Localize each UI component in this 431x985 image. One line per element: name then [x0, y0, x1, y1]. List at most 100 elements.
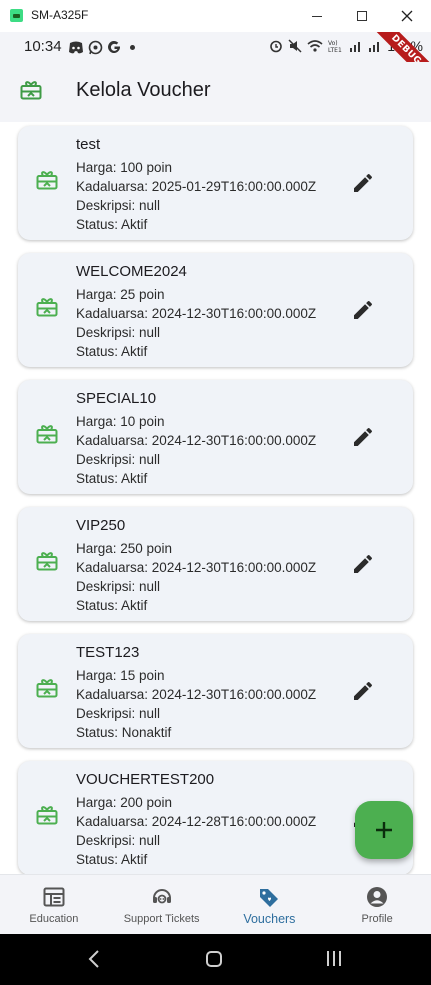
bottom-navigation: Education Support Tickets Vouchers Profi… [0, 874, 431, 934]
discord-icon [69, 41, 83, 53]
support-icon [150, 885, 174, 909]
minimize-icon [312, 15, 322, 17]
edit-voucher-button[interactable] [351, 552, 375, 576]
window-titlebar: SM-A325F [0, 0, 431, 32]
nav-label-education: Education [29, 913, 79, 925]
voucher-description: Deskripsi: null [76, 833, 161, 848]
volte-icon: Vo)LTE1 [328, 40, 342, 53]
add-voucher-button[interactable] [355, 801, 413, 859]
voucher-code: TEST123 [76, 644, 140, 661]
voucher-card[interactable]: VIP250 Harga: 250 poin Kadaluarsa: 2024-12… [18, 507, 413, 621]
voucher-expiry: Kadaluarsa: 2024-12-30T16:00:00.000Z [76, 306, 317, 321]
edit-voucher-button[interactable] [351, 679, 375, 703]
voucher-details: VIP250 Harga: 250 poin Kadaluarsa: 2024-12… [76, 517, 316, 615]
voucher-card[interactable]: TEST123 Harga: 15 poin Kadaluarsa: 2024-12… [18, 634, 413, 748]
voucher-price: Harga: 15 poin [76, 668, 165, 683]
voucher-status: Status: Aktif [76, 852, 148, 867]
close-button[interactable] [384, 0, 430, 32]
voucher-details: TEST123 Harga: 15 poin Kadaluarsa: 2024-12… [76, 644, 316, 742]
app-bar: Kelola Voucher [0, 62, 431, 122]
edit-pencil-icon [351, 427, 375, 453]
edit-pencil-icon [351, 681, 375, 707]
voucher-details: SPECIAL10 Harga: 10 poin Kadaluarsa: 2024-… [76, 390, 316, 488]
voucher-code: WELCOME2024 [76, 263, 187, 280]
status-time: 10:34 [24, 38, 62, 55]
edit-voucher-button[interactable] [351, 171, 375, 195]
voucher-status: Status: Nonaktif [76, 725, 172, 740]
status-bar: 10:34 Vo)LTE1 100% DEBUG [0, 32, 431, 88]
voucher-details: test Harga: 100 poin Kadaluarsa: 2025-01-2… [76, 136, 316, 234]
nav-vouchers[interactable]: Vouchers [216, 875, 324, 934]
nav-label-support-tickets: Support Tickets [123, 913, 200, 925]
svg-text:Vo): Vo) [328, 40, 338, 47]
voucher-status: Status: Aktif [76, 344, 148, 359]
voucher-icon [36, 678, 58, 702]
voucher-price: Harga: 250 poin [76, 541, 173, 556]
more-notifications-dot [130, 45, 135, 50]
voucher-status: Status: Aktif [76, 217, 148, 232]
profile-icon [365, 885, 389, 909]
android-app-icon [10, 9, 23, 22]
home-icon[interactable] [206, 951, 222, 967]
close-icon [401, 10, 413, 22]
edit-voucher-button[interactable] [351, 298, 375, 322]
voucher-price: Harga: 10 poin [76, 414, 165, 429]
wifi-icon [307, 40, 323, 52]
phone-screen: 10:34 Vo)LTE1 100% DEBUG Kelola Voucher [0, 32, 431, 985]
nav-education[interactable]: Education [0, 875, 108, 934]
voucher-tag-icon [257, 885, 281, 909]
google-icon [108, 41, 120, 54]
nav-profile[interactable]: Profile [323, 875, 431, 934]
edit-pencil-icon [351, 554, 375, 580]
voucher-code: VIP250 [76, 517, 126, 534]
voucher-code: VOUCHERTEST200 [76, 771, 215, 788]
voucher-status: Status: Aktif [76, 471, 148, 486]
svg-text:LTE1: LTE1 [328, 47, 342, 53]
voucher-status: Status: Aktif [76, 598, 148, 613]
voucher-description: Deskripsi: null [76, 198, 161, 213]
voucher-list[interactable]: test Harga: 100 poin Kadaluarsa: 2025-01-2… [0, 122, 431, 874]
voucher-expiry: Kadaluarsa: 2024-12-30T16:00:00.000Z [76, 560, 317, 575]
signal-icon-2 [369, 42, 380, 52]
voucher-expiry: Kadaluarsa: 2024-12-30T16:00:00.000Z [76, 433, 317, 448]
voucher-details: WELCOME2024 Harga: 25 poin Kadaluarsa: 202… [76, 263, 316, 361]
page-title: Kelola Voucher [76, 79, 211, 101]
back-icon[interactable] [88, 950, 100, 968]
nav-support-tickets[interactable]: Support Tickets [108, 875, 216, 934]
window-title: SM-A325F [31, 8, 89, 22]
voucher-code: SPECIAL10 [76, 390, 157, 407]
voucher-price: Harga: 200 poin [76, 795, 173, 810]
voucher-price: Harga: 25 poin [76, 287, 165, 302]
voucher-card[interactable]: test Harga: 100 poin Kadaluarsa: 2025-01-2… [18, 126, 413, 240]
voucher-card[interactable]: SPECIAL10 Harga: 10 poin Kadaluarsa: 2024-… [18, 380, 413, 494]
voucher-card[interactable]: WELCOME2024 Harga: 25 poin Kadaluarsa: 202… [18, 253, 413, 367]
edit-voucher-button[interactable] [351, 425, 375, 449]
mute-icon [288, 39, 302, 53]
voucher-price: Harga: 100 poin [76, 160, 173, 175]
voucher-description: Deskripsi: null [76, 579, 161, 594]
voucher-description: Deskripsi: null [76, 452, 161, 467]
voucher-expiry: Kadaluarsa: 2024-12-28T16:00:00.000Z [76, 814, 317, 829]
voucher-expiry: Kadaluarsa: 2024-12-30T16:00:00.000Z [76, 687, 317, 702]
voucher-icon [36, 551, 58, 575]
voucher-expiry: Kadaluarsa: 2025-01-29T16:00:00.000Z [76, 179, 317, 194]
nav-label-profile: Profile [361, 913, 393, 925]
voucher-icon [36, 424, 58, 448]
maximize-button[interactable] [339, 0, 385, 32]
voucher-description: Deskripsi: null [76, 706, 161, 721]
voucher-icon [20, 81, 42, 100]
system-navigation-bar [0, 934, 431, 985]
maximize-icon [357, 11, 367, 21]
voucher-icon [36, 805, 58, 829]
alarm-icon [270, 40, 282, 53]
voucher-details: VOUCHERTEST200 Harga: 200 poin Kadaluarsa:… [76, 771, 316, 869]
plus-icon [376, 822, 392, 838]
education-icon [42, 885, 66, 909]
recent-apps-icon[interactable] [327, 951, 341, 966]
minimize-button[interactable] [294, 0, 340, 32]
signal-icon [350, 42, 361, 52]
voucher-card[interactable]: VOUCHERTEST200 Harga: 200 poin Kadaluarsa:… [18, 761, 413, 874]
whatsapp-icon [88, 40, 103, 55]
voucher-icon [36, 297, 58, 321]
voucher-description: Deskripsi: null [76, 325, 161, 340]
